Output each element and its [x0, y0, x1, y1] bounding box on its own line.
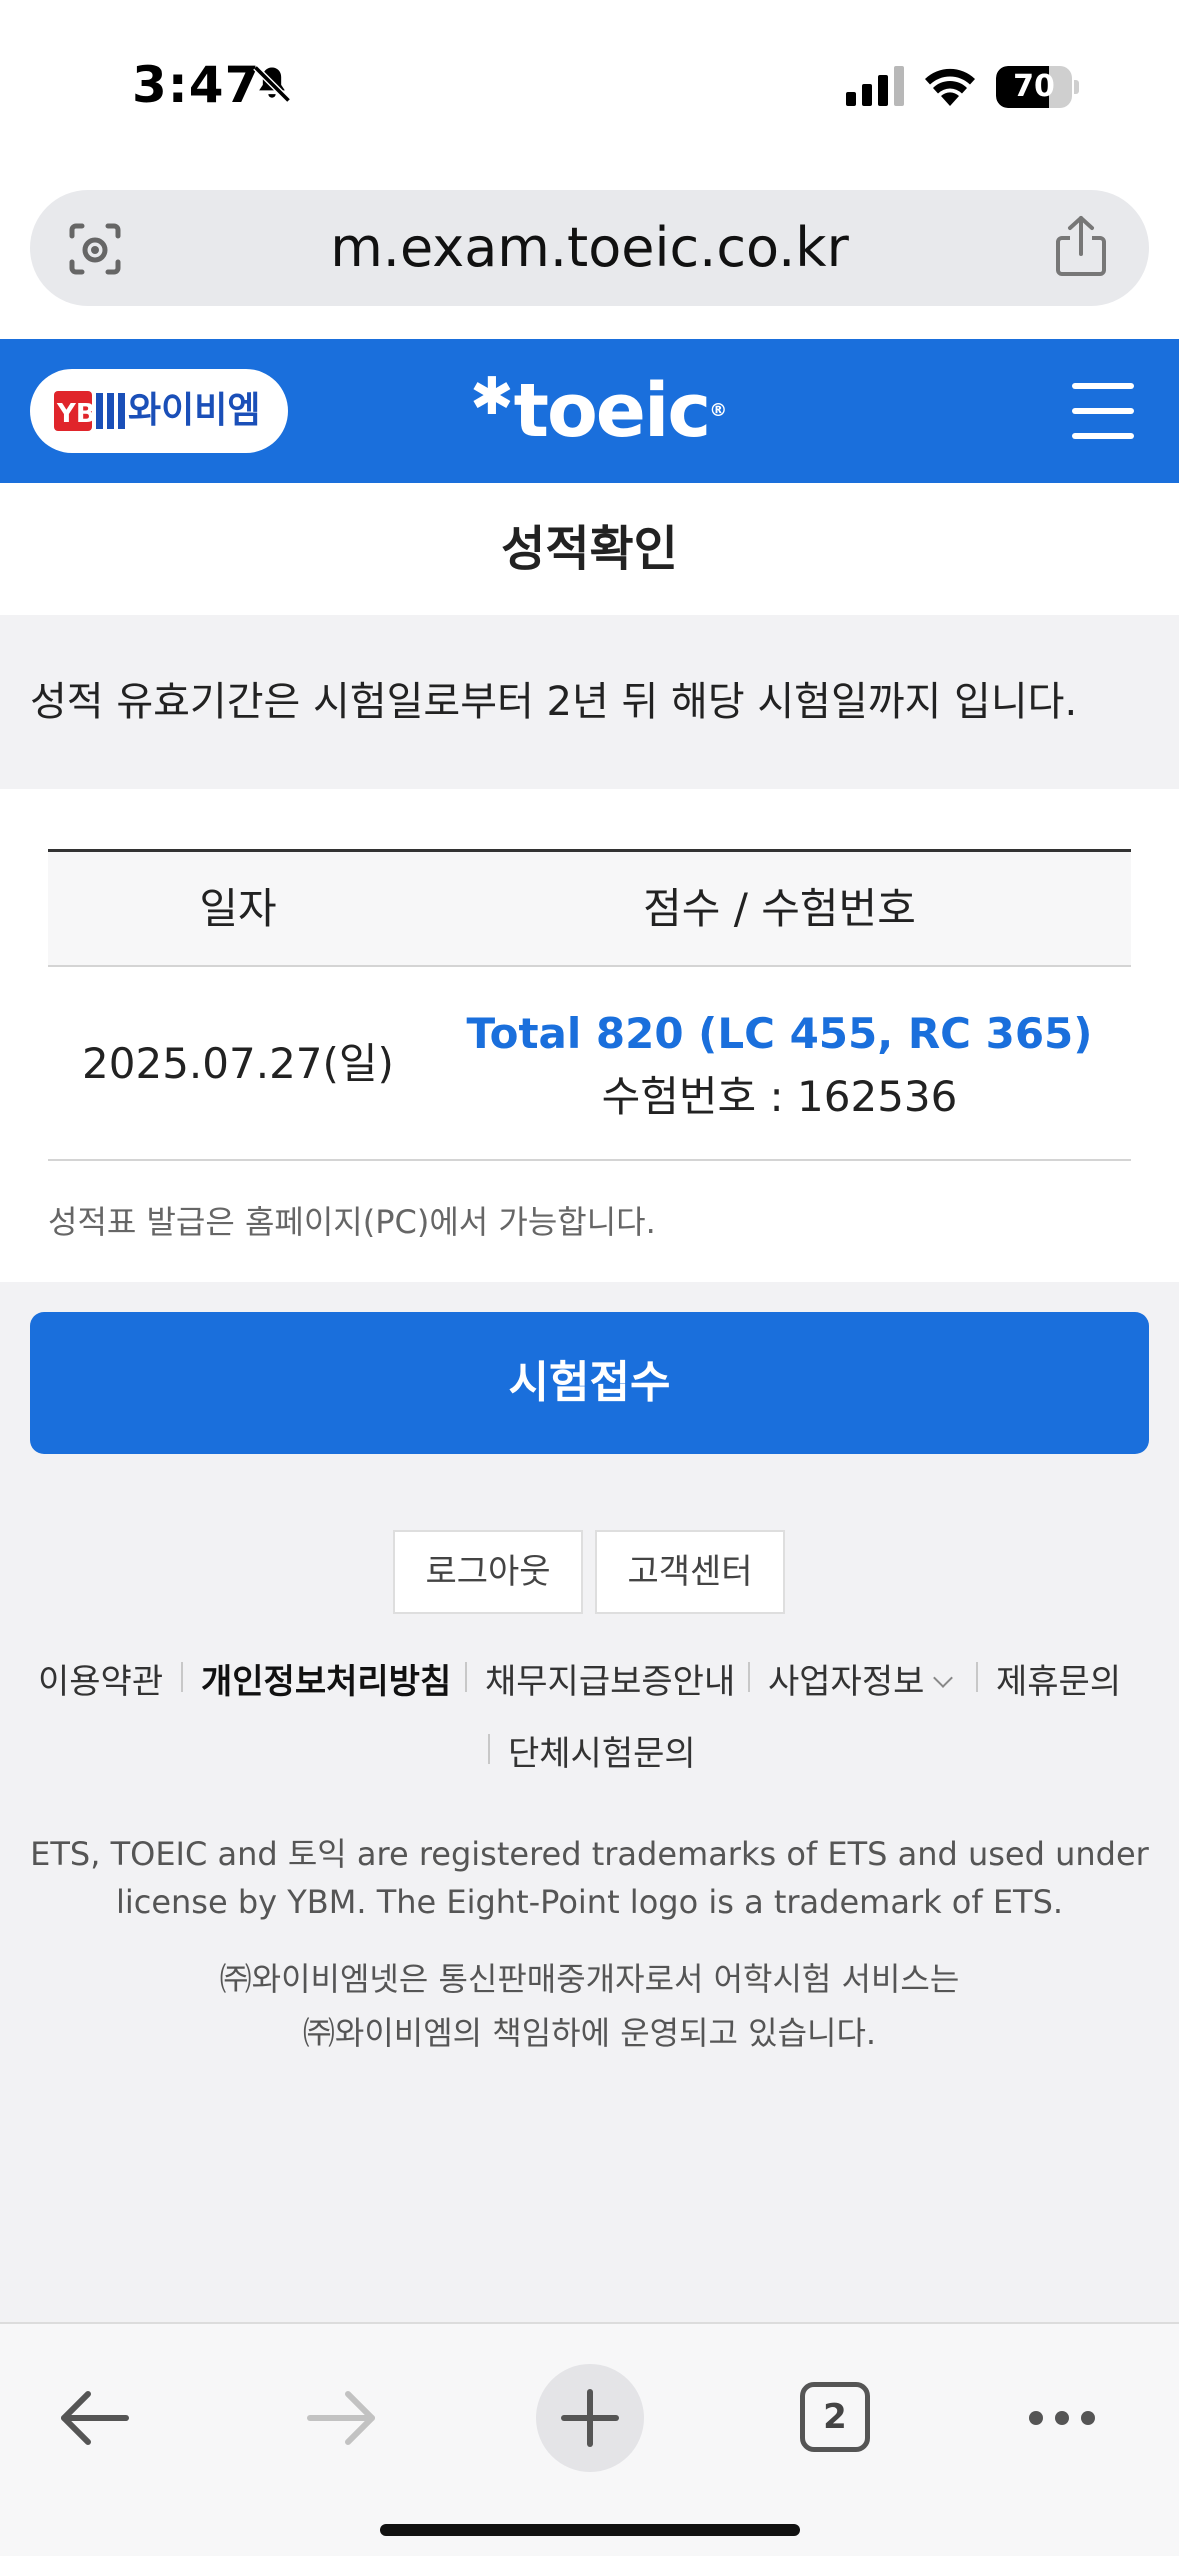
trademark-notice: ETS, TOEIC and 토익 are registered tradema…: [30, 1830, 1149, 1926]
exam-number: 수험번호 : 162536: [601, 1072, 958, 1121]
score-section: 일자 점수 / 수험번호 2025.07.27(일) Total 820 (LC…: [0, 789, 1179, 1282]
tabs-icon[interactable]: 2: [800, 2382, 870, 2452]
exam-apply-button[interactable]: 시험접수: [30, 1312, 1149, 1454]
battery-icon: 70: [996, 66, 1080, 108]
exam-date: 2025.07.27(일): [82, 1039, 394, 1088]
status-time: 3:47: [132, 56, 261, 114]
page-title-section: 성적확인: [0, 483, 1179, 615]
table-header: 일자 점수 / 수험번호: [48, 849, 1131, 967]
operator-notice: ㈜와이비엠넷은 통신판매중개자로서 어학시험 서비스는 ㈜와이비엠의 책임하에 …: [30, 1952, 1149, 2060]
score-cell: Total 820 (LC 455, RC 365) 수험번호 : 162536: [428, 1003, 1131, 1129]
bell-slash-icon: [253, 65, 291, 103]
toeic-logo-text: toeic: [513, 368, 712, 454]
ybm-logo-text: 와이비엠: [128, 390, 261, 431]
footer-link-business-info-label: 사업자정보: [768, 1662, 925, 1702]
menu-icon[interactable]: [1072, 383, 1136, 439]
chevron-down-icon: [933, 1668, 954, 1688]
back-arrow-icon[interactable]: [58, 2388, 130, 2448]
footer-area: 시험접수 로그아웃 고객센터 이용약관 개인정보처리방침 채무지급보증안내 사업…: [0, 1282, 1179, 2322]
site-header: YBM 와이비엠 ✱toeic®: [0, 339, 1179, 483]
operator-line-2: ㈜와이비엠의 책임하에 운영되고 있습니다.: [302, 2014, 877, 2052]
toeic-logo[interactable]: ✱toeic®: [470, 367, 727, 454]
trademark-line-2: license by YBM. The Eight-Point logo is …: [115, 1883, 1064, 1921]
validity-notice: 성적 유효기간은 시험일로부터 2년 뒤 해당 시험일까지 입니다.: [30, 679, 1078, 725]
home-indicator: [380, 2524, 800, 2536]
header-date: 일자: [199, 884, 277, 933]
score-report-note: 성적표 발급은 홈페이지(PC)에서 가능합니다.: [48, 1203, 656, 1241]
wifi-icon: [925, 68, 975, 106]
browser-toolbar: 2: [0, 2322, 1179, 2556]
ybm-logo[interactable]: YBM 와이비엠: [30, 369, 288, 453]
logout-button[interactable]: 로그아웃: [393, 1530, 583, 1614]
footer-link-business-info[interactable]: 사업자정보: [768, 1654, 954, 1703]
signal-icon: [846, 66, 904, 106]
plus-icon: [561, 2389, 619, 2447]
footer-link-privacy[interactable]: 개인정보처리방침: [201, 1654, 451, 1703]
notice-section: 성적 유효기간은 시험일로부터 2년 뒤 해당 시험일까지 입니다.: [0, 615, 1179, 789]
forward-arrow-icon[interactable]: [306, 2388, 378, 2448]
score-table: 일자 점수 / 수험번호 2025.07.27(일) Total 820 (LC…: [48, 849, 1131, 1161]
battery-level: 70: [1013, 69, 1055, 104]
eight-point-star-icon: ✱: [470, 367, 514, 427]
more-icon[interactable]: [1026, 2408, 1098, 2428]
share-icon[interactable]: [1052, 214, 1110, 278]
address-bar[interactable]: m.exam.toeic.co.kr: [30, 190, 1149, 306]
header-score: 점수 / 수험번호: [643, 884, 916, 933]
table-row: 2025.07.27(일) Total 820 (LC 455, RC 365)…: [48, 967, 1131, 1161]
score-total: Total 820 (LC 455, RC 365): [466, 1009, 1093, 1058]
footer-link-guarantee[interactable]: 채무지급보증안내: [485, 1654, 735, 1703]
footer-link-group-exam[interactable]: 단체시험문의: [508, 1726, 696, 1775]
operator-line-1: ㈜와이비엠넷은 통신판매중개자로서 어학시험 서비스는: [219, 1960, 960, 1998]
footer-link-terms[interactable]: 이용약관: [38, 1654, 163, 1703]
new-tab-button[interactable]: [536, 2364, 644, 2472]
customer-center-button[interactable]: 고객센터: [595, 1530, 785, 1614]
status-bar: 3:47 70: [0, 0, 1179, 175]
footer-link-partnership[interactable]: 제휴문의: [996, 1654, 1121, 1703]
trademark-line-1: ETS, TOEIC and 토익 are registered tradema…: [30, 1835, 1149, 1873]
page-title: 성적확인: [501, 521, 678, 577]
ybm-mark-icon: YBM: [54, 391, 125, 431]
url-text[interactable]: m.exam.toeic.co.kr: [30, 190, 1149, 306]
